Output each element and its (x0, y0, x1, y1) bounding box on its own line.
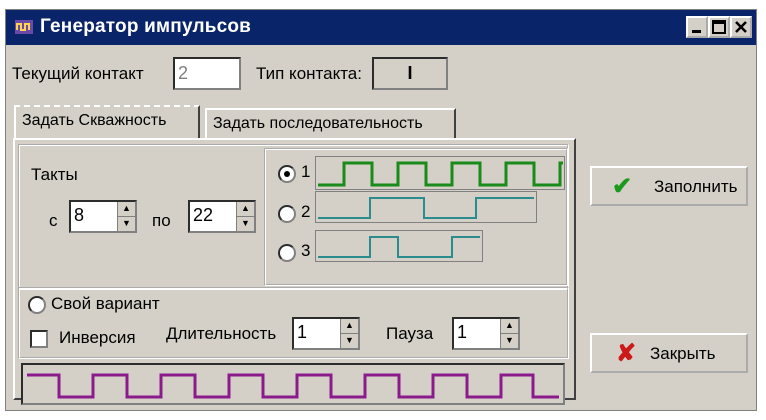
contact-type-label: Тип контакта: (256, 64, 362, 83)
to-label: по (152, 211, 171, 230)
minimize-button[interactable] (686, 16, 708, 38)
custom-wave-line (27, 373, 559, 399)
spin-down-icon[interactable]: ▼ (341, 334, 358, 349)
preset-wave-1 (315, 156, 565, 190)
spin-up-icon[interactable]: ▲ (341, 319, 358, 334)
close-icon (735, 21, 747, 33)
maximize-icon (712, 20, 726, 34)
contact-type-field: I (372, 57, 448, 90)
window-title: Генератор импульсов (40, 16, 252, 37)
cross-icon: ✘ (616, 340, 637, 367)
spin-down-icon[interactable]: ▼ (237, 217, 254, 232)
preset-radio-2[interactable] (278, 205, 296, 223)
from-stepper-buttons[interactable]: ▲ ▼ (117, 202, 135, 231)
app-icon (15, 20, 33, 34)
tab-sequence[interactable]: Задать последовательность (205, 108, 456, 138)
wave-line-3 (318, 236, 480, 258)
title-bar[interactable]: Генератор импульсов (6, 10, 756, 45)
duration-label: Длительность (166, 324, 277, 343)
preset-wave-3 (315, 230, 483, 262)
tab-duty-cycle[interactable]: Задать Скважность (14, 105, 200, 138)
inversion-label: Инверсия (59, 328, 136, 347)
preset-wave-2 (315, 191, 537, 223)
to-stepper-buttons[interactable]: ▲ ▼ (236, 202, 254, 231)
ticks-label: Такты (31, 165, 78, 184)
spin-down-icon[interactable]: ▼ (118, 217, 135, 232)
spin-up-icon[interactable]: ▲ (237, 202, 254, 217)
from-label: с (49, 211, 58, 230)
preset-label-2: 2 (301, 202, 311, 221)
checkmark-icon: ✔ (612, 173, 633, 200)
maximize-button[interactable] (708, 16, 730, 38)
wave-line-1 (318, 161, 563, 187)
from-stepper[interactable]: 8 ▲ ▼ (69, 200, 137, 233)
to-stepper[interactable]: 22 ▲ ▼ (188, 200, 256, 233)
from-value: 8 (74, 205, 85, 225)
spin-down-icon[interactable]: ▼ (501, 334, 518, 349)
spin-up-icon[interactable]: ▲ (118, 202, 135, 217)
fill-button-label: Заполнить (654, 177, 738, 196)
preset-radio-3[interactable] (278, 244, 296, 262)
to-value: 22 (193, 205, 214, 225)
close-button-label: Закрыть (650, 344, 716, 363)
close-button[interactable]: ✘ Закрыть (590, 333, 748, 373)
own-variant-radio[interactable] (28, 296, 46, 314)
custom-wave-preview (21, 363, 565, 405)
pause-stepper-buttons[interactable]: ▲ ▼ (500, 319, 518, 348)
own-variant-label: Свой вариант (51, 294, 160, 313)
wave-line-2 (318, 197, 534, 219)
current-contact-label: Текущий контакт (12, 64, 144, 83)
close-window-button[interactable] (730, 16, 752, 38)
preset-radio-1[interactable] (278, 165, 296, 183)
minimize-icon (692, 30, 701, 33)
spin-up-icon[interactable]: ▲ (501, 319, 518, 334)
duration-stepper-buttons[interactable]: ▲ ▼ (340, 319, 358, 348)
pause-label: Пауза (386, 324, 434, 343)
duration-stepper[interactable]: 1 ▲ ▼ (292, 317, 360, 350)
fill-button[interactable]: ✔ Заполнить (590, 166, 748, 206)
pause-value: 1 (457, 322, 468, 342)
preset-label-3: 3 (301, 241, 311, 260)
preset-label-1: 1 (301, 162, 311, 181)
inversion-checkbox[interactable] (30, 330, 48, 348)
main-window: Генератор импульсов Текущий контакт 2 Ти… (5, 9, 757, 411)
duration-value: 1 (297, 322, 308, 342)
current-contact-field[interactable]: 2 (173, 57, 241, 90)
pause-stepper[interactable]: 1 ▲ ▼ (452, 317, 520, 350)
